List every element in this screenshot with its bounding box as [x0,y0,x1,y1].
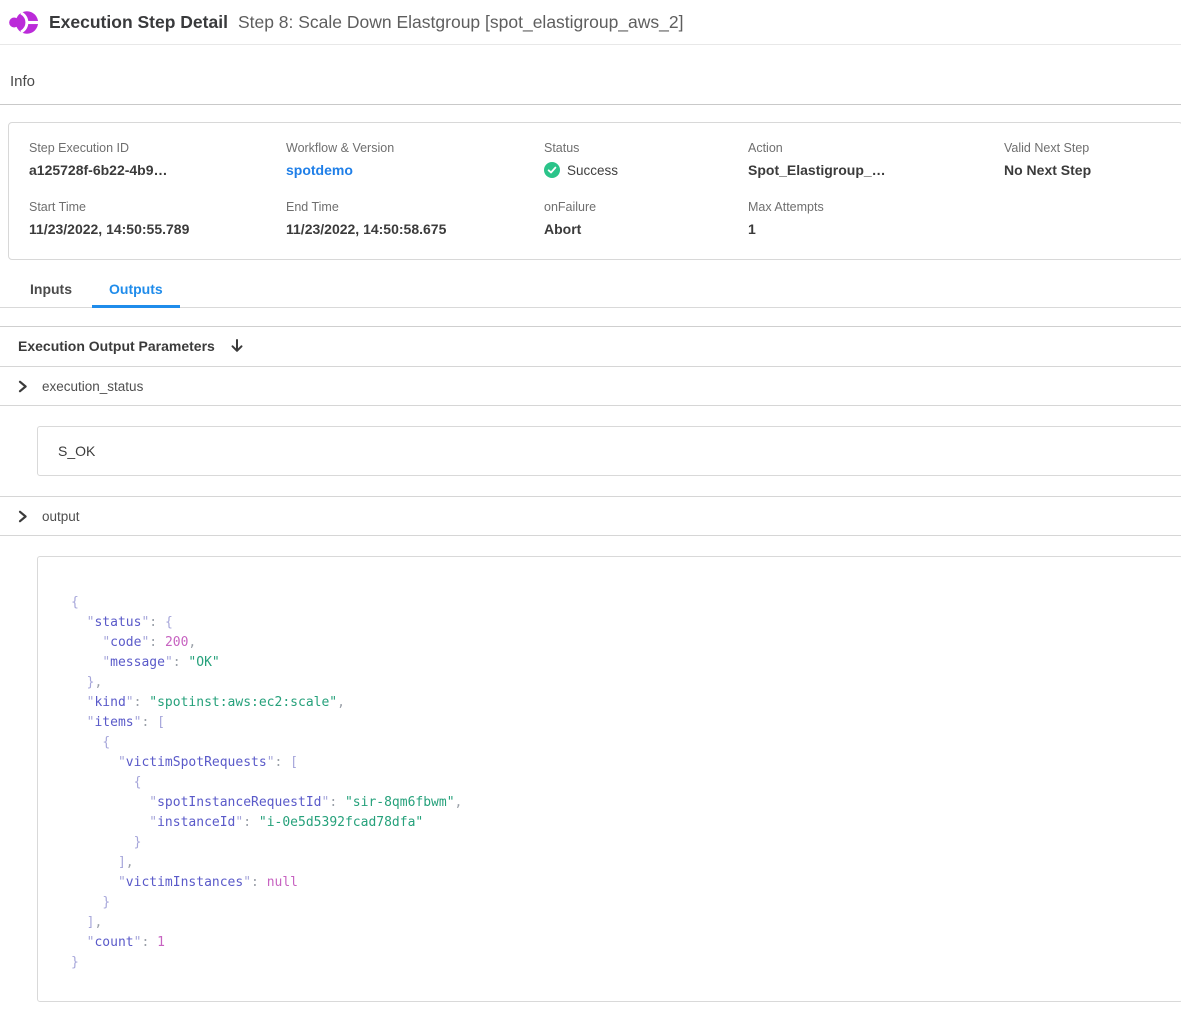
info-divider [0,104,1181,105]
chevron-right-icon[interactable] [16,510,29,523]
field-label: Status [544,141,748,155]
info-card: Step Execution ID a125728f-6b22-4b9… Wor… [8,122,1181,260]
field-workflow-version: Workflow & Version spotdemo [286,141,544,178]
field-label: Step Execution ID [29,141,286,155]
param-name: execution_status [42,379,143,394]
param-row-output[interactable]: output [0,497,1181,535]
field-value: 11/23/2022, 14:50:58.675 [286,221,544,237]
tab-outputs[interactable]: Outputs [92,276,180,308]
field-value: No Next Step [1004,162,1181,178]
execution-status-value: S_OK [37,426,1181,476]
param-row-execution-status[interactable]: execution_status [0,367,1181,405]
tab-bar: Inputs Outputs [0,276,1181,308]
field-label: End Time [286,200,544,214]
output-parameters-title: Execution Output Parameters [18,338,215,354]
page-title: Execution Step Detail [49,12,228,33]
download-arrow-icon[interactable] [229,338,245,354]
status-text: Success [567,163,618,178]
field-value: Abort [544,221,748,237]
chevron-right-icon[interactable] [16,380,29,393]
field-label: onFailure [544,200,748,214]
app-header: Execution Step Detail Step 8: Scale Down… [0,0,1181,45]
field-label: Workflow & Version [286,141,544,155]
field-value: 11/23/2022, 14:50:55.789 [29,221,286,237]
field-end-time: End Time 11/23/2022, 14:50:58.675 [286,200,544,237]
field-start-time: Start Time 11/23/2022, 14:50:55.789 [29,200,286,237]
field-status: Status Success [544,141,748,178]
info-section-heading: Info [10,73,1181,90]
json-code: { "status": { "code": 200, "message": "O… [71,593,1181,973]
field-onfailure: onFailure Abort [544,200,748,237]
page-subtitle: Step 8: Scale Down Elastgroup [spot_elas… [238,12,684,33]
tab-inputs[interactable]: Inputs [13,276,89,308]
output-parameters-header: Execution Output Parameters [0,327,1181,366]
field-empty [1004,200,1181,237]
status-badge: Success [544,162,748,178]
field-max-attempts: Max Attempts 1 [748,200,1004,237]
workflow-link[interactable]: spotdemo [286,162,544,178]
divider [0,405,1181,406]
field-value: 1 [748,221,1004,237]
field-label: Valid Next Step [1004,141,1181,155]
divider [0,535,1181,536]
spot-logo-icon [8,8,39,37]
output-code-box: { "status": { "code": 200, "message": "O… [37,556,1181,1002]
param-name: output [42,509,80,524]
field-step-execution-id: Step Execution ID a125728f-6b22-4b9… [29,141,286,178]
field-valid-next-step: Valid Next Step No Next Step [1004,141,1181,178]
field-label: Start Time [29,200,286,214]
field-action: Action Spot_Elastigroup_… [748,141,1004,178]
field-label: Max Attempts [748,200,1004,214]
success-check-icon [544,162,560,178]
field-value: a125728f-6b22-4b9… [29,162,286,178]
field-label: Action [748,141,1004,155]
field-value: Spot_Elastigroup_… [748,162,1004,178]
